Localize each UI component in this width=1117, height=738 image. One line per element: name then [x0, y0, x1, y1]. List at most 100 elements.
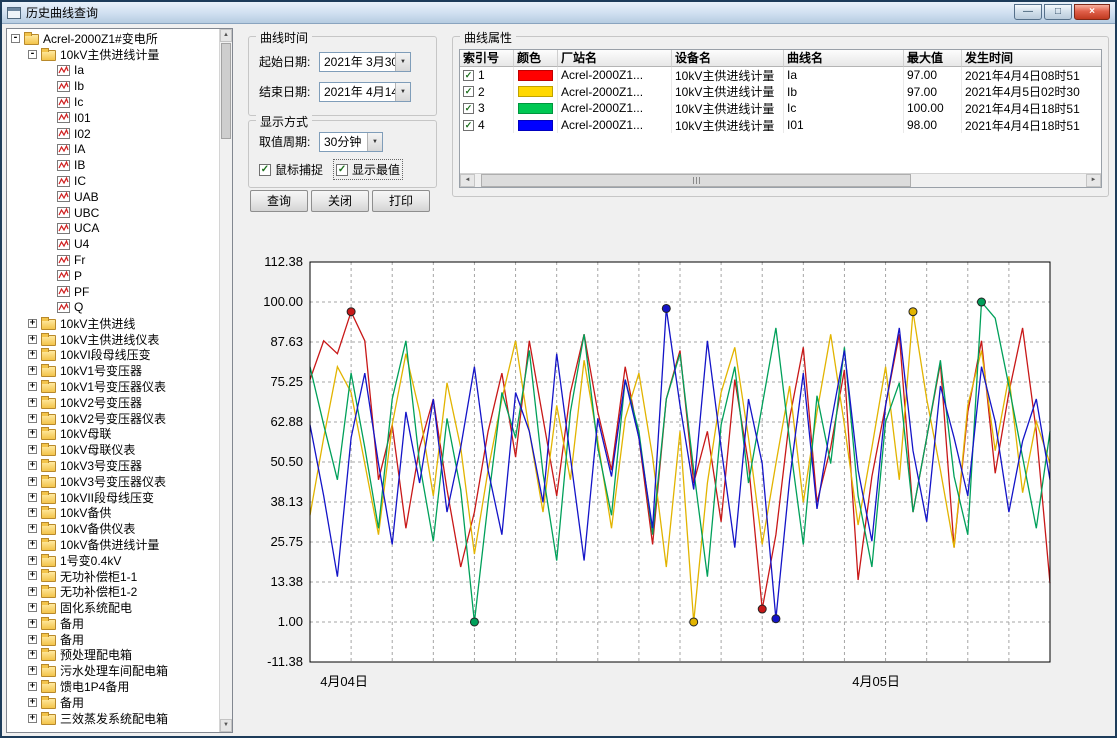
tree-node[interactable]: +固化系统配电	[9, 600, 219, 616]
tree-node[interactable]: +备用	[9, 615, 219, 631]
tree-node[interactable]: -10kV主供进线计量	[9, 47, 219, 63]
tree-node[interactable]: +备用	[9, 631, 219, 647]
tree-node[interactable]: +10kVII段母线压变	[9, 489, 219, 505]
scroll-down-icon[interactable]: ▼	[220, 719, 232, 732]
table-hscrollbar[interactable]: ◄ ►	[460, 173, 1101, 187]
mouse-capture-checkbox[interactable]: ✓ 鼠标捕捉	[257, 160, 325, 179]
tree-node[interactable]: +无功补偿柜1-2	[9, 584, 219, 600]
print-button[interactable]: 打印	[372, 190, 430, 212]
tree-node[interactable]: +10kV3号变压器	[9, 458, 219, 474]
expand-icon[interactable]: +	[28, 508, 37, 517]
dropdown-arrow-icon[interactable]: ▼	[367, 133, 382, 151]
curve-visible-checkbox[interactable]: ✓	[463, 86, 474, 97]
expand-icon[interactable]: +	[28, 319, 37, 328]
tree-leaf[interactable]: IC	[9, 173, 219, 189]
expand-icon[interactable]: +	[28, 603, 37, 612]
expand-icon[interactable]: +	[28, 414, 37, 423]
expand-icon[interactable]: +	[28, 366, 37, 375]
column-header[interactable]: 最大值	[904, 50, 962, 67]
tree-leaf[interactable]: UCA	[9, 221, 219, 237]
dropdown-arrow-icon[interactable]: ▼	[395, 53, 410, 71]
tree-leaf[interactable]: Ia	[9, 63, 219, 79]
expand-icon[interactable]: +	[28, 335, 37, 344]
tree-node[interactable]: +备用	[9, 694, 219, 710]
curve-visible-checkbox[interactable]: ✓	[463, 120, 474, 131]
expand-icon[interactable]: +	[28, 571, 37, 580]
expand-icon[interactable]: +	[28, 477, 37, 486]
tree-scroll-thumb[interactable]	[221, 43, 231, 139]
tree-node[interactable]: +10kV主供进线	[9, 315, 219, 331]
tree-scrollbar[interactable]: ▲ ▼	[219, 29, 232, 732]
column-header[interactable]: 厂站名	[558, 50, 672, 67]
start-date-select[interactable]: 2021年 3月30 ▼	[319, 52, 411, 72]
history-curve-chart[interactable]: 112.38100.0087.6375.2562.8850.5038.1325.…	[252, 240, 1114, 720]
tree-node[interactable]: +10kVI段母线压变	[9, 347, 219, 363]
expand-icon[interactable]: +	[28, 524, 37, 533]
tree-leaf[interactable]: Ib	[9, 78, 219, 94]
tree-leaf[interactable]: Fr	[9, 252, 219, 268]
scroll-left-icon[interactable]: ◄	[460, 174, 475, 187]
tree-node[interactable]: +10kV3号变压器仪表	[9, 473, 219, 489]
query-button[interactable]: 查询	[250, 190, 308, 212]
curve-visible-checkbox[interactable]: ✓	[463, 103, 474, 114]
close-window-button[interactable]: ×	[1074, 4, 1110, 20]
tree-node[interactable]: +预处理配电箱	[9, 647, 219, 663]
checkbox-box[interactable]: ✓	[259, 164, 271, 176]
tree-node[interactable]: +馈电1P4备用	[9, 679, 219, 695]
tree-node[interactable]: +10kV备供进线计量	[9, 537, 219, 553]
expand-icon[interactable]: +	[28, 382, 37, 391]
collapse-icon[interactable]: -	[28, 50, 37, 59]
column-header[interactable]: 索引号	[460, 50, 514, 67]
expand-icon[interactable]: +	[28, 445, 37, 454]
maximize-button[interactable]: □	[1044, 4, 1072, 20]
expand-icon[interactable]: +	[28, 635, 37, 644]
column-header[interactable]: 颜色	[514, 50, 558, 67]
expand-icon[interactable]: +	[28, 350, 37, 359]
column-header[interactable]: 发生时间	[962, 50, 1102, 67]
hscroll-track[interactable]	[475, 174, 1086, 187]
column-header[interactable]: 设备名	[672, 50, 784, 67]
tree-leaf[interactable]: UAB	[9, 189, 219, 205]
expand-icon[interactable]: +	[28, 540, 37, 549]
tree-leaf[interactable]: IB	[9, 157, 219, 173]
tree-node[interactable]: +10kV备供	[9, 505, 219, 521]
curve-row[interactable]: ✓1Acrel-2000Z1...10kV主供进线计量Ia97.002021年4…	[460, 67, 1101, 84]
end-date-select[interactable]: 2021年 4月14 ▼	[319, 82, 411, 102]
tree-node[interactable]: +污水处理车间配电箱	[9, 663, 219, 679]
tree-node[interactable]: +10kV母联仪表	[9, 442, 219, 458]
hscroll-thumb[interactable]	[481, 174, 911, 187]
expand-icon[interactable]: +	[28, 698, 37, 707]
tree-leaf[interactable]: UBC	[9, 205, 219, 221]
curve-row[interactable]: ✓4Acrel-2000Z1...10kV主供进线计量I0198.002021年…	[460, 117, 1101, 134]
curve-row[interactable]: ✓2Acrel-2000Z1...10kV主供进线计量Ib97.002021年4…	[460, 84, 1101, 101]
collapse-icon[interactable]: -	[11, 34, 20, 43]
expand-icon[interactable]: +	[28, 682, 37, 691]
tree-node[interactable]: +10kV2号变压器仪表	[9, 410, 219, 426]
expand-icon[interactable]: +	[28, 714, 37, 723]
show-extremes-checkbox[interactable]: ✓ 显示最值	[334, 160, 402, 179]
expand-icon[interactable]: +	[28, 493, 37, 502]
scroll-up-icon[interactable]: ▲	[220, 29, 232, 42]
tree-leaf[interactable]: U4	[9, 236, 219, 252]
expand-icon[interactable]: +	[28, 666, 37, 675]
tree-node[interactable]: +1号变0.4kV	[9, 552, 219, 568]
tree-leaf[interactable]: PF	[9, 284, 219, 300]
dropdown-arrow-icon[interactable]: ▼	[395, 83, 410, 101]
tree-node[interactable]: +10kV备供仪表	[9, 521, 219, 537]
curve-row[interactable]: ✓3Acrel-2000Z1...10kV主供进线计量Ic100.002021年…	[460, 100, 1101, 117]
checkbox-box[interactable]: ✓	[336, 164, 348, 176]
tree-leaf[interactable]: P	[9, 268, 219, 284]
expand-icon[interactable]: +	[28, 461, 37, 470]
tree-leaf[interactable]: Ic	[9, 94, 219, 110]
close-button[interactable]: 关闭	[311, 190, 369, 212]
tree-node[interactable]: +三效蒸发系统配电箱	[9, 710, 219, 726]
expand-icon[interactable]: +	[28, 398, 37, 407]
tree-leaf[interactable]: Q	[9, 300, 219, 316]
expand-icon[interactable]: +	[28, 429, 37, 438]
expand-icon[interactable]: +	[28, 587, 37, 596]
tree-leaf[interactable]: IA	[9, 142, 219, 158]
tree-node[interactable]: +10kV2号变压器	[9, 394, 219, 410]
column-header[interactable]: 曲线名	[784, 50, 904, 67]
scroll-right-icon[interactable]: ►	[1086, 174, 1101, 187]
tree-leaf[interactable]: I01	[9, 110, 219, 126]
